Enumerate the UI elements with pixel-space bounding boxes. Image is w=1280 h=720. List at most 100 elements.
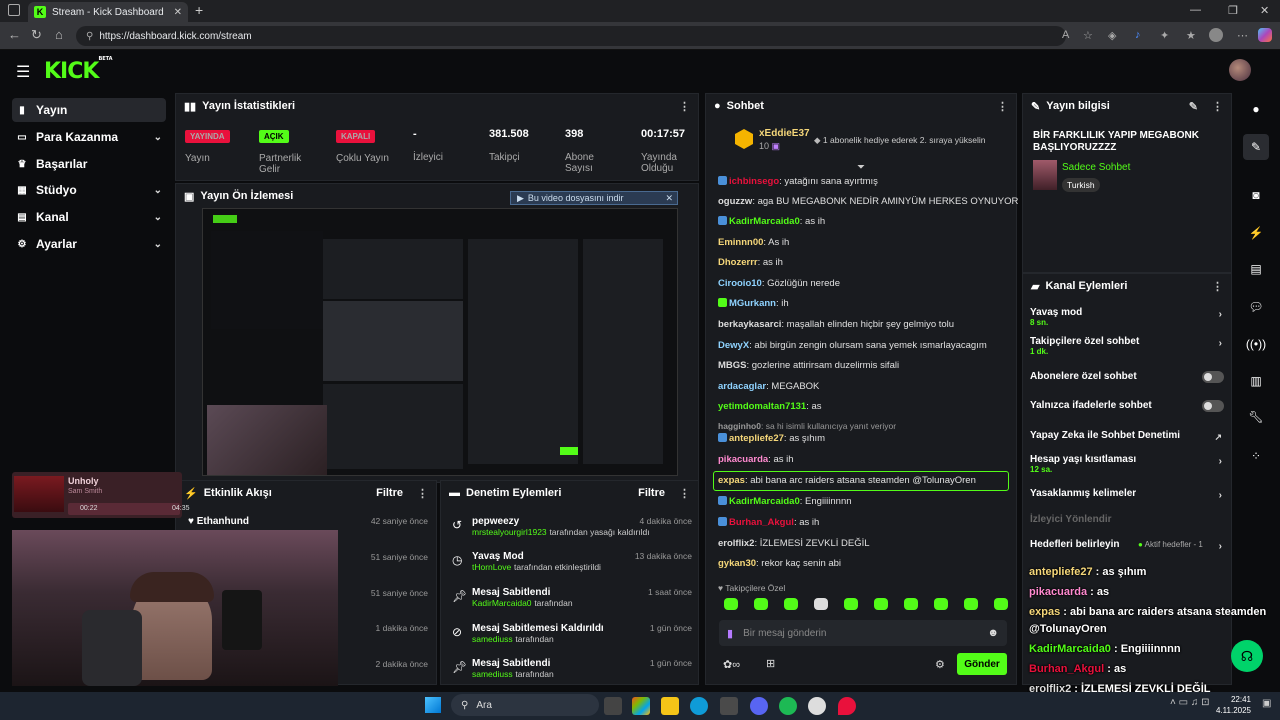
kebab-menu-icon[interactable]: ⋮ <box>417 487 428 500</box>
notifications-icon[interactable]: ▣ <box>1262 698 1271 709</box>
emote-icon[interactable] <box>844 598 858 610</box>
window-close-icon[interactable]: ✕ <box>1260 4 1269 17</box>
emote-icon[interactable] <box>724 598 738 610</box>
chat-username[interactable]: hagginho0 <box>718 421 761 431</box>
filter-button[interactable]: Filtre <box>376 487 403 499</box>
moderation-user[interactable]: tHornLove <box>472 562 511 572</box>
chat-username[interactable]: gykan30 <box>718 558 756 569</box>
category-thumbnail[interactable] <box>1033 160 1057 190</box>
edit-icon[interactable]: ✎ <box>1189 100 1198 113</box>
gift-icon[interactable]: ⊞ <box>766 657 775 670</box>
sidebar-item-para-kazanma[interactable]: ▭ Para Kazanma ⌄ <box>12 125 166 149</box>
sidebar-item-ayarlar[interactable]: ⚙ Ayarlar ⌄ <box>12 232 166 256</box>
download-video-button[interactable]: ▶ Bu video dosyasını indir ✕ <box>510 191 678 205</box>
file-explorer-icon[interactable] <box>661 697 679 715</box>
chat-username[interactable]: Dhozerrr <box>718 257 758 268</box>
camera-icon[interactable]: ◙ <box>1243 182 1269 208</box>
close-tab-icon[interactable]: ✕ <box>174 7 182 18</box>
chat-username[interactable]: pikacuarda <box>718 454 768 465</box>
gift-points-icon[interactable]: ✿∞ <box>723 658 740 671</box>
chat-settings-icon[interactable]: ⚙ <box>935 658 945 671</box>
tab-actions-icon[interactable] <box>8 4 20 16</box>
goals-row[interactable]: Hedefleri belirleyin ● Aktif hedefler - 1… <box>1030 539 1226 552</box>
audio-extension-icon[interactable]: ♪ <box>1135 29 1141 41</box>
banned-words-row[interactable]: Yasaklanmış kelimeler › <box>1030 488 1226 501</box>
favorite-star-icon[interactable]: ☆ <box>1083 29 1093 42</box>
moderation-user[interactable]: samediuss <box>472 634 513 644</box>
chat-username[interactable]: Burhan_Akgul <box>729 517 794 528</box>
edit-layout-icon[interactable]: ✎ <box>1243 134 1269 160</box>
chat-icon[interactable]: 💬︎ <box>1243 294 1269 320</box>
favorites-icon[interactable]: ★ <box>1186 29 1196 42</box>
maximize-icon[interactable]: ❐ <box>1228 4 1238 17</box>
sidebar-item-yayin[interactable]: ▮ Yayın <box>12 98 166 122</box>
category-name[interactable]: Sadece Sohbet <box>1062 162 1130 173</box>
kebab-menu-icon[interactable]: ⋮ <box>679 100 690 113</box>
copilot-icon[interactable] <box>1258 28 1272 42</box>
info-icon[interactable]: ● <box>1243 96 1269 122</box>
extensions-icon[interactable]: ✦ <box>1160 29 1169 42</box>
chat-username[interactable]: Cirooio10 <box>718 278 762 289</box>
chat-username[interactable]: ichbinsego <box>729 176 779 187</box>
emote-icon[interactable] <box>904 598 918 610</box>
back-icon[interactable]: ← <box>8 27 21 42</box>
chat-username[interactable]: KadirMarcaida0 <box>729 496 800 507</box>
user-avatar[interactable] <box>1229 59 1251 81</box>
chat-username[interactable]: antepliefe27 <box>729 433 784 444</box>
apps-icon[interactable]: ⁘ <box>1243 443 1269 469</box>
task-view-icon[interactable] <box>604 697 622 715</box>
profile-icon[interactable] <box>1209 28 1223 42</box>
sidebar-item-kanal[interactable]: ▤ Kanal ⌄ <box>12 205 166 229</box>
filter-button[interactable]: Filtre <box>638 487 665 499</box>
chat-username[interactable]: yetimdomaltan7131 <box>718 401 806 412</box>
emote-icon[interactable] <box>934 598 948 610</box>
followers-only-row[interactable]: Takipçilere özel sohbet 1 dk. › <box>1030 336 1226 356</box>
site-info-icon[interactable]: ⚲ <box>86 31 93 42</box>
chat-username[interactable]: MGurkann <box>729 298 776 309</box>
emote-icon[interactable] <box>994 598 1008 610</box>
chat-username[interactable]: DewyX <box>718 340 749 351</box>
language-tag[interactable]: Turkish <box>1062 178 1100 192</box>
widgets-icon[interactable] <box>632 697 650 715</box>
support-icon[interactable]: ☊ <box>1231 640 1263 672</box>
emote-icon[interactable] <box>784 598 798 610</box>
taskbar-search[interactable]: ⚲ Ara <box>451 694 599 716</box>
chat-username[interactable]: berkaykasarci <box>718 319 781 330</box>
app-icon[interactable] <box>838 697 856 715</box>
store-icon[interactable] <box>720 697 738 715</box>
close-icon[interactable]: ✕ <box>665 193 673 204</box>
spotify-icon[interactable] <box>779 697 797 715</box>
top-gifter-name[interactable]: xEddieE37 <box>759 128 810 139</box>
clock[interactable]: 22:41 4.11.2025 <box>1215 694 1251 716</box>
kick-logo[interactable]: KICKBETA <box>44 56 113 84</box>
subscribers-only-toggle[interactable] <box>1202 371 1224 383</box>
collapse-icon[interactable]: ⏷ <box>857 162 865 173</box>
kebab-menu-icon[interactable]: ⋮ <box>997 100 1008 113</box>
sidebar-item-studyo[interactable]: ▦ Stüdyo ⌄ <box>12 178 166 202</box>
home-icon[interactable]: ⌂ <box>55 27 63 42</box>
moderation-user[interactable]: samediuss <box>472 669 513 679</box>
kebab-menu-icon[interactable]: ⋮ <box>1212 100 1223 113</box>
chat-input[interactable]: ▮ Bir mesaj gönderin ☻ <box>719 620 1007 646</box>
chat-username[interactable]: MBGS <box>718 360 747 371</box>
emote-icon[interactable] <box>964 598 978 610</box>
send-button[interactable]: Gönder <box>957 653 1007 675</box>
discord-icon[interactable] <box>750 697 768 715</box>
sidebar-item-basarilar[interactable]: ♛ Başarılar <box>12 152 166 176</box>
stream-preview-video[interactable] <box>202 208 678 476</box>
menu-icon[interactable]: ☰ <box>16 62 30 82</box>
read-aloud-icon[interactable]: A <box>1062 29 1069 41</box>
minimize-icon[interactable]: — <box>1190 4 1201 16</box>
emote-icon[interactable] <box>754 598 768 610</box>
emotes-only-toggle[interactable] <box>1202 400 1224 412</box>
moderation-user[interactable]: mrstealyourgirl1923 <box>472 527 547 537</box>
tray-icons[interactable]: ˄ ▭ ♫ ⊡ <box>1170 697 1210 708</box>
slow-mode-row[interactable]: Yavaş mod 8 sn. › <box>1030 307 1226 327</box>
kebab-menu-icon[interactable]: ⋮ <box>679 487 690 500</box>
broadcast-icon[interactable]: ((•)) <box>1243 331 1269 357</box>
ai-moderation-row[interactable]: Yapay Zeka ile Sohbet Denetimi ↗ <box>1030 430 1226 442</box>
kebab-menu-icon[interactable]: ⋮ <box>1212 280 1223 293</box>
new-tab-button[interactable]: + <box>195 2 203 18</box>
chat-username[interactable]: KadirMarcaida0 <box>729 216 800 227</box>
more-icon[interactable]: ⋯ <box>1237 29 1248 42</box>
